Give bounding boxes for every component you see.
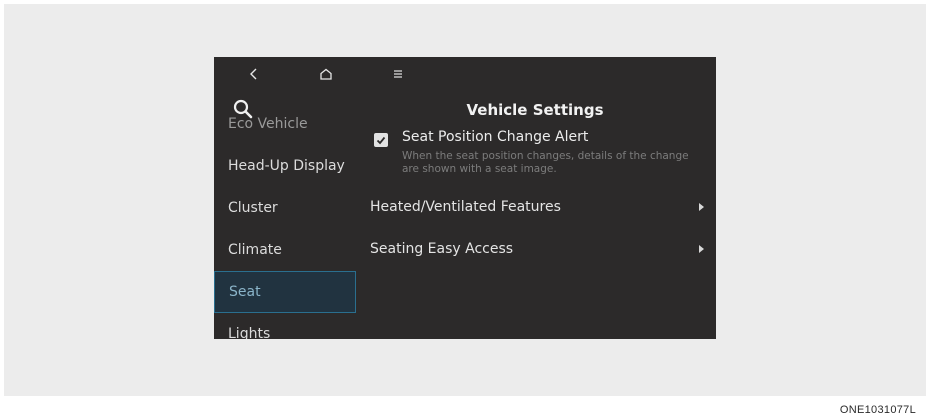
arrow-right-icon <box>699 203 704 211</box>
seating-easy-access-item[interactable]: Seating Easy Access <box>370 238 704 260</box>
sidebar-item-label: Seat <box>229 284 261 300</box>
chevron-left-icon <box>250 68 257 80</box>
infotainment-screen: Vehicle Settings Eco Vehicle Head-Up Dis… <box>214 57 716 339</box>
menu-button[interactable] <box>386 64 410 84</box>
top-nav-bar <box>214 57 716 91</box>
heated-ventilated-features-item[interactable]: Heated/Ventilated Features <box>370 196 704 218</box>
sidebar-item-label: Head-Up Display <box>228 158 345 174</box>
seat-alert-description: When the seat position changes, details … <box>402 150 689 175</box>
seat-alert-title: Seat Position Change Alert <box>402 129 589 145</box>
settings-content: Seat Position Change Alert When the seat… <box>370 125 716 339</box>
settings-sidebar: Eco Vehicle Head-Up Display Cluster Clim… <box>214 115 358 339</box>
sidebar-item-seat[interactable]: Seat <box>214 271 356 313</box>
sidebar-item-climate[interactable]: Climate <box>214 229 356 271</box>
figure-code: ONE1031077L <box>839 404 916 416</box>
page-title: Vehicle Settings <box>466 101 604 119</box>
sidebar-item-label: Cluster <box>228 200 278 216</box>
sidebar-item-eco-vehicle[interactable]: Eco Vehicle <box>214 115 356 145</box>
sidebar-item-head-up-display[interactable]: Head-Up Display <box>214 145 356 187</box>
home-button[interactable] <box>314 64 338 84</box>
sidebar-item-cluster[interactable]: Cluster <box>214 187 356 229</box>
arrow-right-icon <box>699 245 704 253</box>
hamburger-menu-icon <box>394 70 402 78</box>
sidebar-item-label: Lights <box>228 326 271 339</box>
seat-alert-checkbox[interactable] <box>374 133 388 147</box>
sidebar-item-label: Climate <box>228 242 282 258</box>
menu-item-label: Heated/Ventilated Features <box>370 199 561 215</box>
menu-item-label: Seating Easy Access <box>370 241 514 257</box>
checkmark-icon <box>376 136 386 144</box>
back-button[interactable] <box>242 64 266 84</box>
sidebar-item-label: Eco Vehicle <box>228 116 308 132</box>
home-icon <box>320 68 332 80</box>
sidebar-item-lights[interactable]: Lights <box>214 313 356 339</box>
